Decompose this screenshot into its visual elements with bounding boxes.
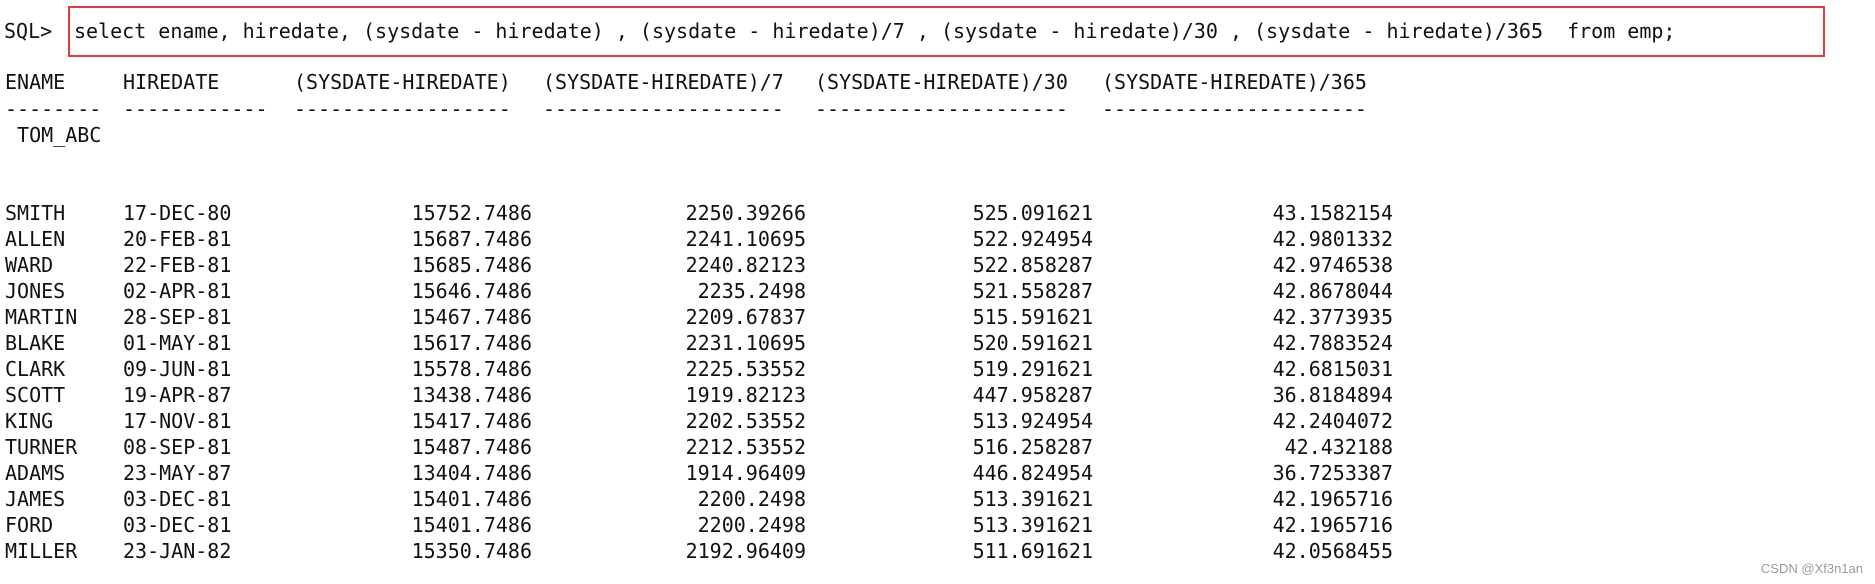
cell-years: 42.3773935 <box>1272 305 1393 329</box>
cell-years: 42.2404072 <box>1272 409 1393 433</box>
column-header-years: (SYSDATE-HIREDATE)/365 <box>1102 70 1367 94</box>
cell-years: 42.9746538 <box>1272 253 1393 277</box>
separator-ename: -------- <box>5 97 102 121</box>
watermark: CSDN @Xf3n1an <box>1760 561 1863 576</box>
column-header-months: (SYSDATE-HIREDATE)/30 <box>815 70 1068 94</box>
cell-ename: TURNER <box>5 435 78 459</box>
column-header-ename: ENAME <box>5 70 66 94</box>
cell-years: 43.1582154 <box>1272 201 1393 225</box>
cell-ename: JAMES <box>5 487 66 511</box>
sql-command[interactable]: select ename, hiredate, (sysdate - hired… <box>74 16 1675 46</box>
column-header-hiredate: HIREDATE <box>123 70 220 94</box>
separator-days: ------------------ <box>294 97 511 121</box>
first-result-row: TOM_ABC <box>5 122 101 148</box>
cell-years: 42.432188 <box>1284 435 1393 459</box>
cell-years: 42.6815031 <box>1272 357 1393 381</box>
cell-ename: KING <box>5 409 54 433</box>
cell-ename: WARD <box>5 253 54 277</box>
cell-ename: SCOTT <box>5 383 66 407</box>
first-row-ename: TOM_ABC <box>5 123 102 147</box>
column-header-weeks: (SYSDATE-HIREDATE)/7 <box>543 70 784 94</box>
cell-years: 42.0568455 <box>1272 539 1393 563</box>
cell-ename: FORD <box>5 513 54 537</box>
sql-terminal[interactable]: SQL> select ename, hiredate, (sysdate - … <box>0 0 1875 584</box>
cell-years: 42.8678044 <box>1272 279 1393 303</box>
header-separator-row: -------- ------------ ------------------… <box>5 96 1367 122</box>
cell-ename: ADAMS <box>5 461 66 485</box>
cell-years: 42.9801332 <box>1272 227 1393 251</box>
cell-years: 36.7253387 <box>1272 461 1393 485</box>
cell-ename: ALLEN <box>5 227 66 251</box>
cell-years: 42.1965716 <box>1272 513 1393 537</box>
cell-ename: JONES <box>5 279 66 303</box>
cell-ename: BLAKE <box>5 331 66 355</box>
cell-ename: MILLER <box>5 539 78 563</box>
cell-years: 42.7883524 <box>1272 331 1393 355</box>
separator-weeks: -------------------- <box>543 97 784 121</box>
separator-hiredate: ------------ <box>123 97 268 121</box>
separator-months: --------------------- <box>815 97 1068 121</box>
prompt-line: SQL> select ename, hiredate, (sysdate - … <box>4 16 1675 46</box>
cell-years: 42.1965716 <box>1272 487 1393 511</box>
cell-ename: SMITH <box>5 201 66 225</box>
separator-years: ---------------------- <box>1102 97 1367 121</box>
cell-ename: MARTIN <box>5 305 78 329</box>
column-header-days: (SYSDATE-HIREDATE) <box>294 70 511 94</box>
cell-years: 36.8184894 <box>1272 383 1393 407</box>
cell-ename: CLARK <box>5 357 66 381</box>
result-header-row: ENAME HIREDATE (SYSDATE-HIREDATE) (SYSDA… <box>5 69 1367 95</box>
sql-prompt: SQL> <box>4 19 53 43</box>
